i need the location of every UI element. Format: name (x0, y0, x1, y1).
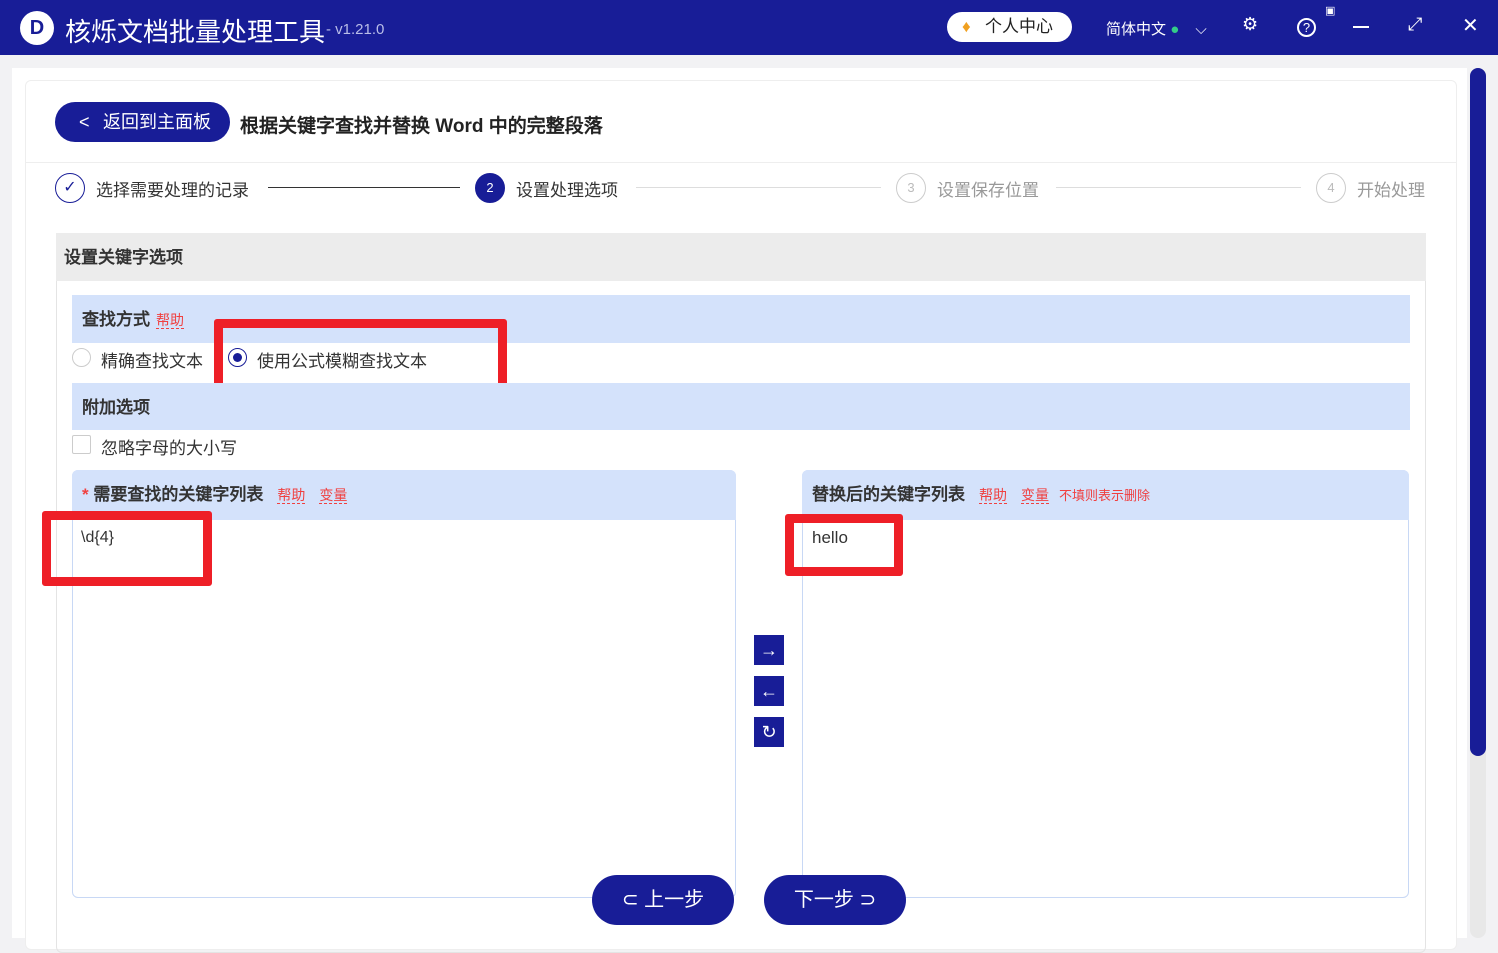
prev-step-button[interactable]: ⊂ 上一步 (592, 875, 734, 925)
app-version: - v1.21.0 (326, 21, 384, 38)
help-link[interactable]: 帮助 (277, 487, 305, 504)
next-step-button[interactable]: 下一步 ⊃ (764, 875, 906, 925)
replace-note: 不填则表示删除 (1059, 488, 1150, 503)
step-connector (268, 187, 460, 188)
circle-chevron-left-icon: ⊂ (622, 889, 639, 911)
help-icon[interactable]: ? (1297, 18, 1316, 37)
page-title: 根据关键字查找并替换 Word 中的完整段落 (240, 111, 603, 138)
step-1: ✓ 选择需要处理的记录 (55, 173, 249, 203)
step-2: 2 设置处理选项 (475, 173, 618, 203)
scrollbar-thumb[interactable] (1470, 68, 1486, 756)
variables-link[interactable]: 变量 (319, 487, 347, 504)
gear-icon[interactable]: ⚙ (1242, 14, 1258, 35)
language-select[interactable]: 简体中文 ● ⌵ (1106, 18, 1207, 39)
app-title: 核烁文档批量处理工具 (65, 12, 325, 49)
minimize-icon[interactable] (1353, 26, 1369, 28)
pip-icon[interactable]: ▣ (1325, 4, 1335, 17)
step-number: 2 (475, 173, 505, 203)
chevron-down-icon: ⌵ (1195, 21, 1206, 38)
step-label: 选择需要处理的记录 (96, 176, 249, 201)
variables-link[interactable]: 变量 (1021, 487, 1049, 504)
help-link[interactable]: 帮助 (979, 487, 1007, 504)
arrow-left-icon[interactable]: ← (754, 676, 784, 706)
step-connector (1056, 187, 1301, 188)
prev-label: 上一步 (644, 889, 704, 911)
help-link[interactable]: 帮助 (156, 312, 184, 329)
back-label: 返回到主面板 (103, 112, 211, 132)
exact-search-radio[interactable] (72, 348, 91, 367)
title-bar: D 核烁文档批量处理工具 - v1.21.0 ♦个人中心 简体中文 ● ⌵ ⚙ … (0, 0, 1498, 55)
user-center-button[interactable]: ♦ 个人中心 (947, 12, 1072, 42)
required-mark: * (82, 485, 89, 504)
maximize-icon[interactable]: ⤢ (1408, 14, 1422, 35)
extra-options-section: 附加选项 (72, 383, 1410, 430)
back-to-main-button[interactable]: < 返回到主面板 (55, 102, 230, 142)
replace-list-title: 替换后的关键字列表 (812, 485, 965, 504)
refresh-icon[interactable]: ↻ (754, 717, 784, 747)
circle-chevron-right-icon: ⊃ (859, 889, 876, 911)
find-list-title: 需要查找的关键字列表 (93, 485, 263, 504)
section-title: 附加选项 (82, 398, 150, 417)
language-label: 简体中文 (1106, 21, 1166, 38)
divider (25, 162, 1457, 163)
check-icon: ✓ (55, 173, 85, 203)
step-number: 4 (1316, 173, 1346, 203)
step-label: 设置保存位置 (937, 176, 1039, 201)
panel-title: 设置关键字选项 (56, 233, 1426, 281)
next-label: 下一步 (794, 889, 854, 911)
close-icon[interactable]: ✕ (1462, 13, 1479, 38)
replace-list-header: 替换后的关键字列表帮助变量不填则表示删除 (802, 470, 1409, 520)
highlight-box (42, 511, 212, 586)
step-number: 3 (896, 173, 926, 203)
ignore-case-checkbox[interactable] (72, 435, 91, 454)
step-label: 开始处理 (1357, 176, 1425, 201)
step-connector (636, 187, 881, 188)
app-logo: D (20, 11, 54, 45)
exact-search-label[interactable]: 精确查找文本 (101, 347, 203, 372)
diamond-icon: ♦ (962, 12, 971, 42)
arrow-right-icon[interactable]: → (754, 635, 784, 665)
globe-icon: ● (1170, 21, 1179, 38)
step-label: 设置处理选项 (516, 176, 618, 201)
chevron-left-icon: < (79, 102, 90, 142)
ignore-case-label[interactable]: 忽略字母的大小写 (101, 434, 237, 459)
step-3: 3 设置保存位置 (896, 173, 1039, 203)
highlight-box (785, 514, 903, 576)
user-center-label: 个人中心 (985, 17, 1053, 36)
section-title: 查找方式 (82, 310, 150, 329)
step-4: 4 开始处理 (1316, 173, 1425, 203)
